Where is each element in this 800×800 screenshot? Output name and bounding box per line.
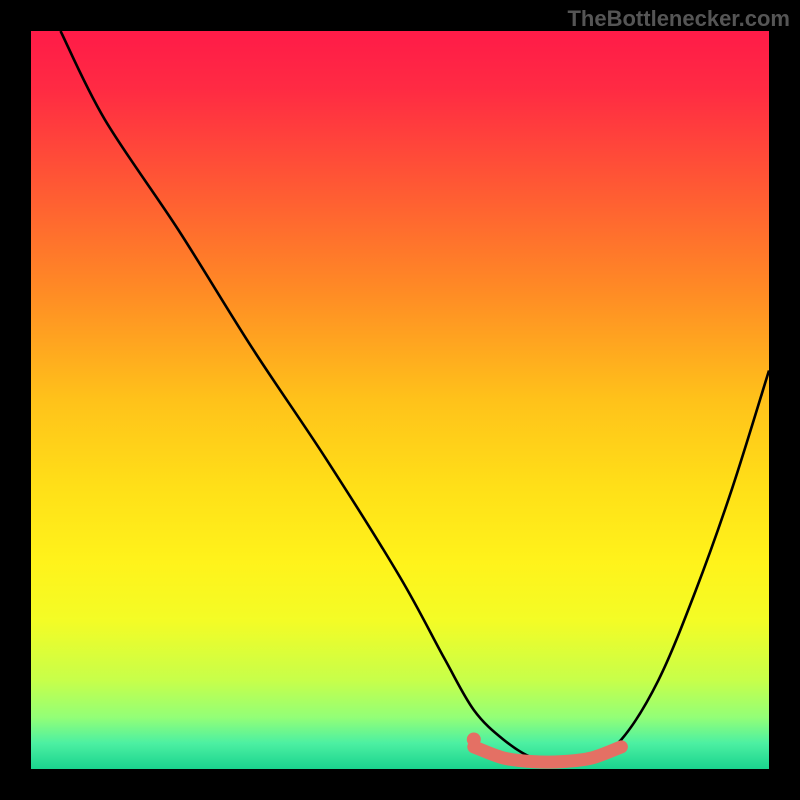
optimal-range-highlight — [474, 747, 622, 762]
optimal-start-marker — [467, 732, 481, 746]
chart-plot-area — [31, 31, 769, 769]
watermark-text: TheBottlenecker.com — [567, 6, 790, 32]
bottleneck-curve — [61, 31, 769, 762]
chart-curves — [31, 31, 769, 769]
